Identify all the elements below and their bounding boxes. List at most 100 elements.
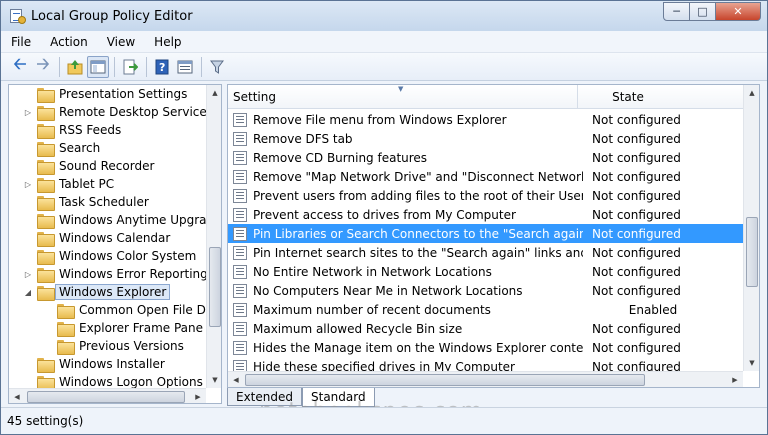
menu-action[interactable]: Action [42,35,96,49]
export-list-button[interactable] [119,56,141,78]
settings-list-pane[interactable]: ▼ Setting State Remove File menu from Wi… [227,84,760,388]
setting-name: Remove CD Burning features [253,150,428,165]
tree-item-windows-calendar[interactable]: Windows Calendar [23,229,170,247]
table-row[interactable]: Remove DFS tab Not configured [228,129,743,148]
tree-item-label: Task Scheduler [59,195,149,209]
setting-state: Not configured [592,150,681,165]
table-row[interactable]: Maximum allowed Recycle Bin size Not con… [228,319,743,338]
setting-state: Not configured [592,321,681,336]
table-row[interactable]: Remove "Map Network Drive" and "Disconne… [228,167,743,186]
scrollbar-thumb[interactable] [27,391,185,403]
table-row[interactable]: Remove CD Burning features Not configure… [228,148,743,167]
help-button[interactable]: ? [151,56,173,78]
scroll-right-icon[interactable]: ▶ [727,372,743,387]
tree-item-windows-anytime-upgrade[interactable]: Windows Anytime Upgrade [23,211,206,229]
tree-item-common-open-file-dialog[interactable]: Common Open File Dia [43,301,206,319]
tree-item-windows-logon-options[interactable]: Windows Logon Options [23,373,203,388]
tree-item-presentation-settings[interactable]: Presentation Settings [23,85,187,103]
scrollbar-thumb[interactable] [746,217,758,287]
tree-item-windows-explorer[interactable]: ◢ Windows Explorer [23,283,171,301]
tree-item-label: Windows Color System [59,249,197,263]
folder-icon [57,321,75,337]
setting-name: Pin Internet search sites to the "Search… [253,245,583,260]
group-policy-app-icon [9,8,26,24]
forward-arrow-icon: 🡢 [36,54,50,73]
title-bar[interactable]: Local Group Policy Editor ─ □ ✕ [1,1,767,31]
scroll-left-icon[interactable]: ◀ [9,389,25,403]
scroll-up-icon[interactable]: ▲ [207,85,221,101]
menu-file[interactable]: File [11,35,39,49]
toolbar: 🡠 🡢 ? [1,53,767,81]
tree-vertical-scrollbar[interactable]: ▲ ▼ [206,85,221,388]
table-row[interactable]: Pin Internet search sites to the "Search… [228,243,743,262]
tree-item-label: RSS Feeds [59,123,122,137]
settings-vertical-scrollbar[interactable]: ▲ ▼ [743,85,759,371]
table-row[interactable]: Remove File menu from Windows Explorer N… [228,110,743,129]
tree-item-label: Search [59,141,101,155]
setting-name: No Entire Network in Network Locations [253,264,492,279]
scrollbar-thumb[interactable] [245,374,645,386]
scroll-left-icon[interactable]: ◀ [228,372,244,387]
menu-help[interactable]: Help [146,35,189,49]
tree-item-label: Remote Desktop Services [59,105,206,119]
scroll-down-icon[interactable]: ▼ [744,355,759,371]
tree-item-windows-color-system[interactable]: Windows Color System [23,247,196,265]
scrollbar-thumb[interactable] [209,247,221,327]
expand-arrow-icon[interactable]: ▷ [23,108,33,117]
tree-item-windows-error-reporting[interactable]: ▷ Windows Error Reporting [23,265,206,283]
properties-button[interactable] [174,56,196,78]
tree-horizontal-scrollbar[interactable]: ◀ ▶ [9,388,206,403]
minimize-button[interactable]: ─ [663,2,690,21]
folder-icon [37,357,55,373]
tree-item-previous-versions[interactable]: Previous Versions [43,337,184,355]
table-row[interactable]: No Entire Network in Network Locations N… [228,262,743,281]
column-header-state[interactable]: State [578,85,678,109]
policy-setting-icon [233,321,247,336]
tree-item-label: Windows Installer [59,357,165,371]
maximize-button[interactable]: □ [690,2,716,21]
folder-icon [37,213,55,229]
setting-state: Not configured [592,245,681,260]
up-one-level-button[interactable] [64,56,86,78]
setting-state: Not configured [592,340,681,355]
forward-button[interactable]: 🡢 [32,54,54,78]
table-row[interactable]: Prevent access to drives from My Compute… [228,205,743,224]
back-button[interactable]: 🡠 [9,54,31,78]
tree-item-search[interactable]: Search [23,139,100,157]
tree-item-windows-installer[interactable]: Windows Installer [23,355,165,373]
tree-item-task-scheduler[interactable]: Task Scheduler [23,193,149,211]
table-row[interactable]: Hides the Manage item on the Windows Exp… [228,338,743,357]
collapse-arrow-icon[interactable]: ◢ [23,288,33,297]
tree-item-rss-feeds[interactable]: RSS Feeds [23,121,121,139]
close-icon: ✕ [733,5,743,18]
setting-name: Maximum number of recent documents [253,302,491,317]
tree-item-sound-recorder[interactable]: Sound Recorder [23,157,154,175]
back-arrow-icon: 🡠 [13,54,27,73]
column-header-setting[interactable]: ▼ Setting [228,85,578,109]
tree-item-explorer-frame-pane[interactable]: Explorer Frame Pane [43,319,203,337]
filter-button[interactable] [206,56,228,78]
scroll-down-icon[interactable]: ▼ [207,372,221,388]
settings-horizontal-scrollbar[interactable]: ◀ ▶ [228,371,743,387]
table-row[interactable]: Prevent users from adding files to the r… [228,186,743,205]
table-row[interactable]: Maximum number of recent documents Enabl… [228,300,743,319]
tree-item-label: Windows Anytime Upgrade [59,213,206,227]
policy-setting-icon [233,283,247,298]
table-row[interactable]: No Computers Near Me in Network Location… [228,281,743,300]
scroll-right-icon[interactable]: ▶ [190,389,206,403]
tree-item-tablet-pc[interactable]: ▷ Tablet PC [23,175,114,193]
expand-arrow-icon[interactable]: ▷ [23,180,33,189]
menu-view[interactable]: View [99,35,143,49]
policy-tree-pane[interactable]: Presentation Settings ▷ Remote Desktop S… [8,84,222,404]
properties-icon [177,60,193,73]
table-row[interactable]: Hide these specified drives in My Comput… [228,357,743,372]
tree-item-remote-desktop-services[interactable]: ▷ Remote Desktop Services [23,103,206,121]
folder-icon [37,105,55,121]
setting-state: Not configured [592,131,681,146]
setting-name: Maximum allowed Recycle Bin size [253,321,463,336]
show-hide-tree-button[interactable] [87,55,109,78]
scroll-up-icon[interactable]: ▲ [744,85,759,101]
table-row-selected[interactable]: Pin Libraries or Search Connectors to th… [228,224,743,243]
close-button[interactable]: ✕ [716,2,761,21]
expand-arrow-icon[interactable]: ▷ [23,270,33,279]
